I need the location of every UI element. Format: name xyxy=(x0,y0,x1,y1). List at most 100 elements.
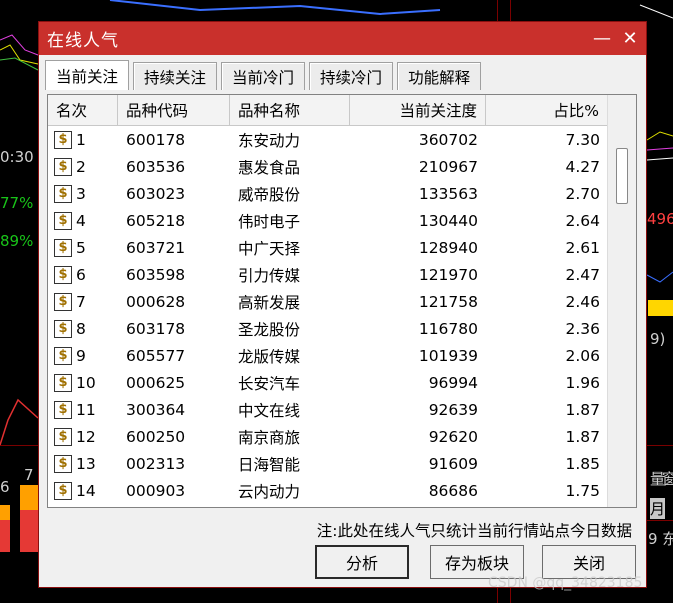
code-cell: 603598 xyxy=(126,265,186,284)
online-popularity-dialog: 在线人气 — ✕ 当前关注 持续关注 当前冷门 持续冷门 功能解释 名次 品种代… xyxy=(38,21,647,588)
name-cell: 东安动力 xyxy=(238,131,301,150)
bg-number-label: 7 xyxy=(24,466,34,484)
rank-value: 12 xyxy=(76,427,96,446)
bg-pct-label: 89% xyxy=(0,232,34,250)
attention-cell: 121758 xyxy=(418,292,478,311)
bg-number-label: 6 xyxy=(0,478,10,496)
rank-cell: $12 xyxy=(48,427,118,446)
rank-value: 3 xyxy=(76,184,86,203)
dollar-coin-icon: $ xyxy=(54,373,72,392)
rank-cell: $8 xyxy=(48,319,118,338)
tab-function-explanation[interactable]: 功能解释 xyxy=(397,62,482,90)
bg-label: 9 东 xyxy=(648,530,673,548)
percent-cell: 1.75 xyxy=(565,481,600,500)
bg-value-label: 496 xyxy=(647,210,673,228)
table-row[interactable]: $1 600178 东安动力 360702 7.30 xyxy=(48,126,608,153)
rank-cell: $13 xyxy=(48,454,118,473)
dialog-title-bar[interactable]: 在线人气 — ✕ xyxy=(39,22,646,55)
percent-cell: 2.47 xyxy=(565,265,600,284)
attention-cell: 130440 xyxy=(418,211,478,230)
table-row[interactable]: $3 603023 威帝股份 133563 2.70 xyxy=(48,180,608,207)
minimize-icon[interactable]: — xyxy=(592,29,612,49)
dollar-coin-icon: $ xyxy=(54,346,72,365)
code-cell: 600178 xyxy=(126,130,186,149)
attention-cell: 92639 xyxy=(428,400,478,419)
rank-value: 13 xyxy=(76,454,96,473)
table-row[interactable]: $8 603178 圣龙股份 116780 2.36 xyxy=(48,315,608,342)
attention-cell: 101939 xyxy=(418,346,478,365)
table-row[interactable]: $13 002313 日海智能 91609 1.85 xyxy=(48,450,608,477)
dollar-coin-icon: $ xyxy=(54,292,72,311)
attention-cell: 96994 xyxy=(428,373,478,392)
column-header-percent[interactable]: 占比% xyxy=(486,95,608,125)
tab-current-attention[interactable]: 当前关注 xyxy=(45,60,130,90)
table-row[interactable]: $5 603721 中广天择 128940 2.61 xyxy=(48,234,608,261)
name-cell: 日海智能 xyxy=(238,455,301,474)
dollar-coin-icon: $ xyxy=(54,130,72,149)
attention-cell: 92620 xyxy=(428,427,478,446)
percent-cell: 2.46 xyxy=(565,292,600,311)
rank-value: 14 xyxy=(76,481,96,500)
ranking-list: 名次 品种代码 品种名称 当前关注度 占比% $1 600178 东安动力 36070… xyxy=(47,94,637,508)
table-row[interactable]: $2 603536 惠发食品 210967 4.27 xyxy=(48,153,608,180)
table-row[interactable]: $11 300364 中文在线 92639 1.87 xyxy=(48,396,608,423)
save-as-block-button[interactable]: 存为板块 xyxy=(430,545,524,579)
rank-cell: $3 xyxy=(48,184,118,203)
code-cell: 603536 xyxy=(126,157,186,176)
rank-value: 5 xyxy=(76,238,86,257)
rank-cell: $7 xyxy=(48,292,118,311)
rank-value: 6 xyxy=(76,265,86,284)
dollar-coin-icon: $ xyxy=(54,454,72,473)
tab-continuous-cold[interactable]: 持续冷门 xyxy=(309,62,394,90)
percent-cell: 1.87 xyxy=(565,427,600,446)
code-cell: 603023 xyxy=(126,184,186,203)
table-row[interactable]: $14 000903 云内动力 86686 1.75 xyxy=(48,477,608,504)
name-cell: 南京商旅 xyxy=(238,428,301,447)
column-header-attention[interactable]: 当前关注度 xyxy=(350,95,486,125)
rank-value: 11 xyxy=(76,400,96,419)
code-cell: 605218 xyxy=(126,211,186,230)
rank-value: 7 xyxy=(76,292,86,311)
rank-value: 10 xyxy=(76,373,96,392)
dollar-coin-icon: $ xyxy=(54,265,72,284)
close-icon[interactable]: ✕ xyxy=(620,29,640,49)
analyze-button[interactable]: 分析 xyxy=(315,545,409,579)
attention-cell: 91609 xyxy=(428,454,478,473)
column-header-rank[interactable]: 名次 xyxy=(48,95,118,125)
table-row[interactable]: $9 605577 龙版传媒 101939 2.06 xyxy=(48,342,608,369)
name-cell: 长安汽车 xyxy=(238,374,301,393)
rank-value: 2 xyxy=(76,157,86,176)
name-cell: 威帝股份 xyxy=(238,185,301,204)
close-button[interactable]: 关闭 xyxy=(542,545,636,579)
percent-cell: 1.85 xyxy=(565,454,600,473)
attention-cell: 116780 xyxy=(418,319,478,338)
tab-current-cold[interactable]: 当前冷门 xyxy=(221,62,306,90)
percent-cell: 1.96 xyxy=(565,373,600,392)
dollar-coin-icon: $ xyxy=(54,157,72,176)
tab-continuous-attention[interactable]: 持续关注 xyxy=(133,62,218,90)
vertical-scrollbar[interactable] xyxy=(607,95,636,507)
dollar-coin-icon: $ xyxy=(54,184,72,203)
code-cell: 603178 xyxy=(126,319,186,338)
column-header-name[interactable]: 品种名称 xyxy=(230,95,350,125)
dollar-coin-icon: $ xyxy=(54,400,72,419)
attention-cell: 86686 xyxy=(428,481,478,500)
rank-cell: $1 xyxy=(48,130,118,149)
table-row[interactable]: $12 600250 南京商旅 92620 1.87 xyxy=(48,423,608,450)
table-row[interactable]: $6 603598 引力传媒 121970 2.47 xyxy=(48,261,608,288)
rank-cell: $14 xyxy=(48,481,118,500)
attention-cell: 360702 xyxy=(418,130,478,149)
rank-value: 4 xyxy=(76,211,86,230)
bg-pct-label: 77% xyxy=(0,194,34,212)
table-row[interactable]: $4 605218 伟时电子 130440 2.64 xyxy=(48,207,608,234)
table-row[interactable]: $7 000628 高新发展 121758 2.46 xyxy=(48,288,608,315)
dollar-coin-icon: $ xyxy=(54,427,72,446)
table-row[interactable]: $10 000625 长安汽车 96994 1.96 xyxy=(48,369,608,396)
code-cell: 000625 xyxy=(126,373,186,392)
column-header-code[interactable]: 品种代码 xyxy=(118,95,230,125)
list-rows: $1 600178 东安动力 360702 7.30 $2 603536 惠发食品 210967… xyxy=(48,126,608,504)
rank-cell: $11 xyxy=(48,400,118,419)
bg-label: 9) xyxy=(650,330,666,348)
name-cell: 云内动力 xyxy=(238,482,301,501)
scrollbar-thumb[interactable] xyxy=(616,148,628,204)
